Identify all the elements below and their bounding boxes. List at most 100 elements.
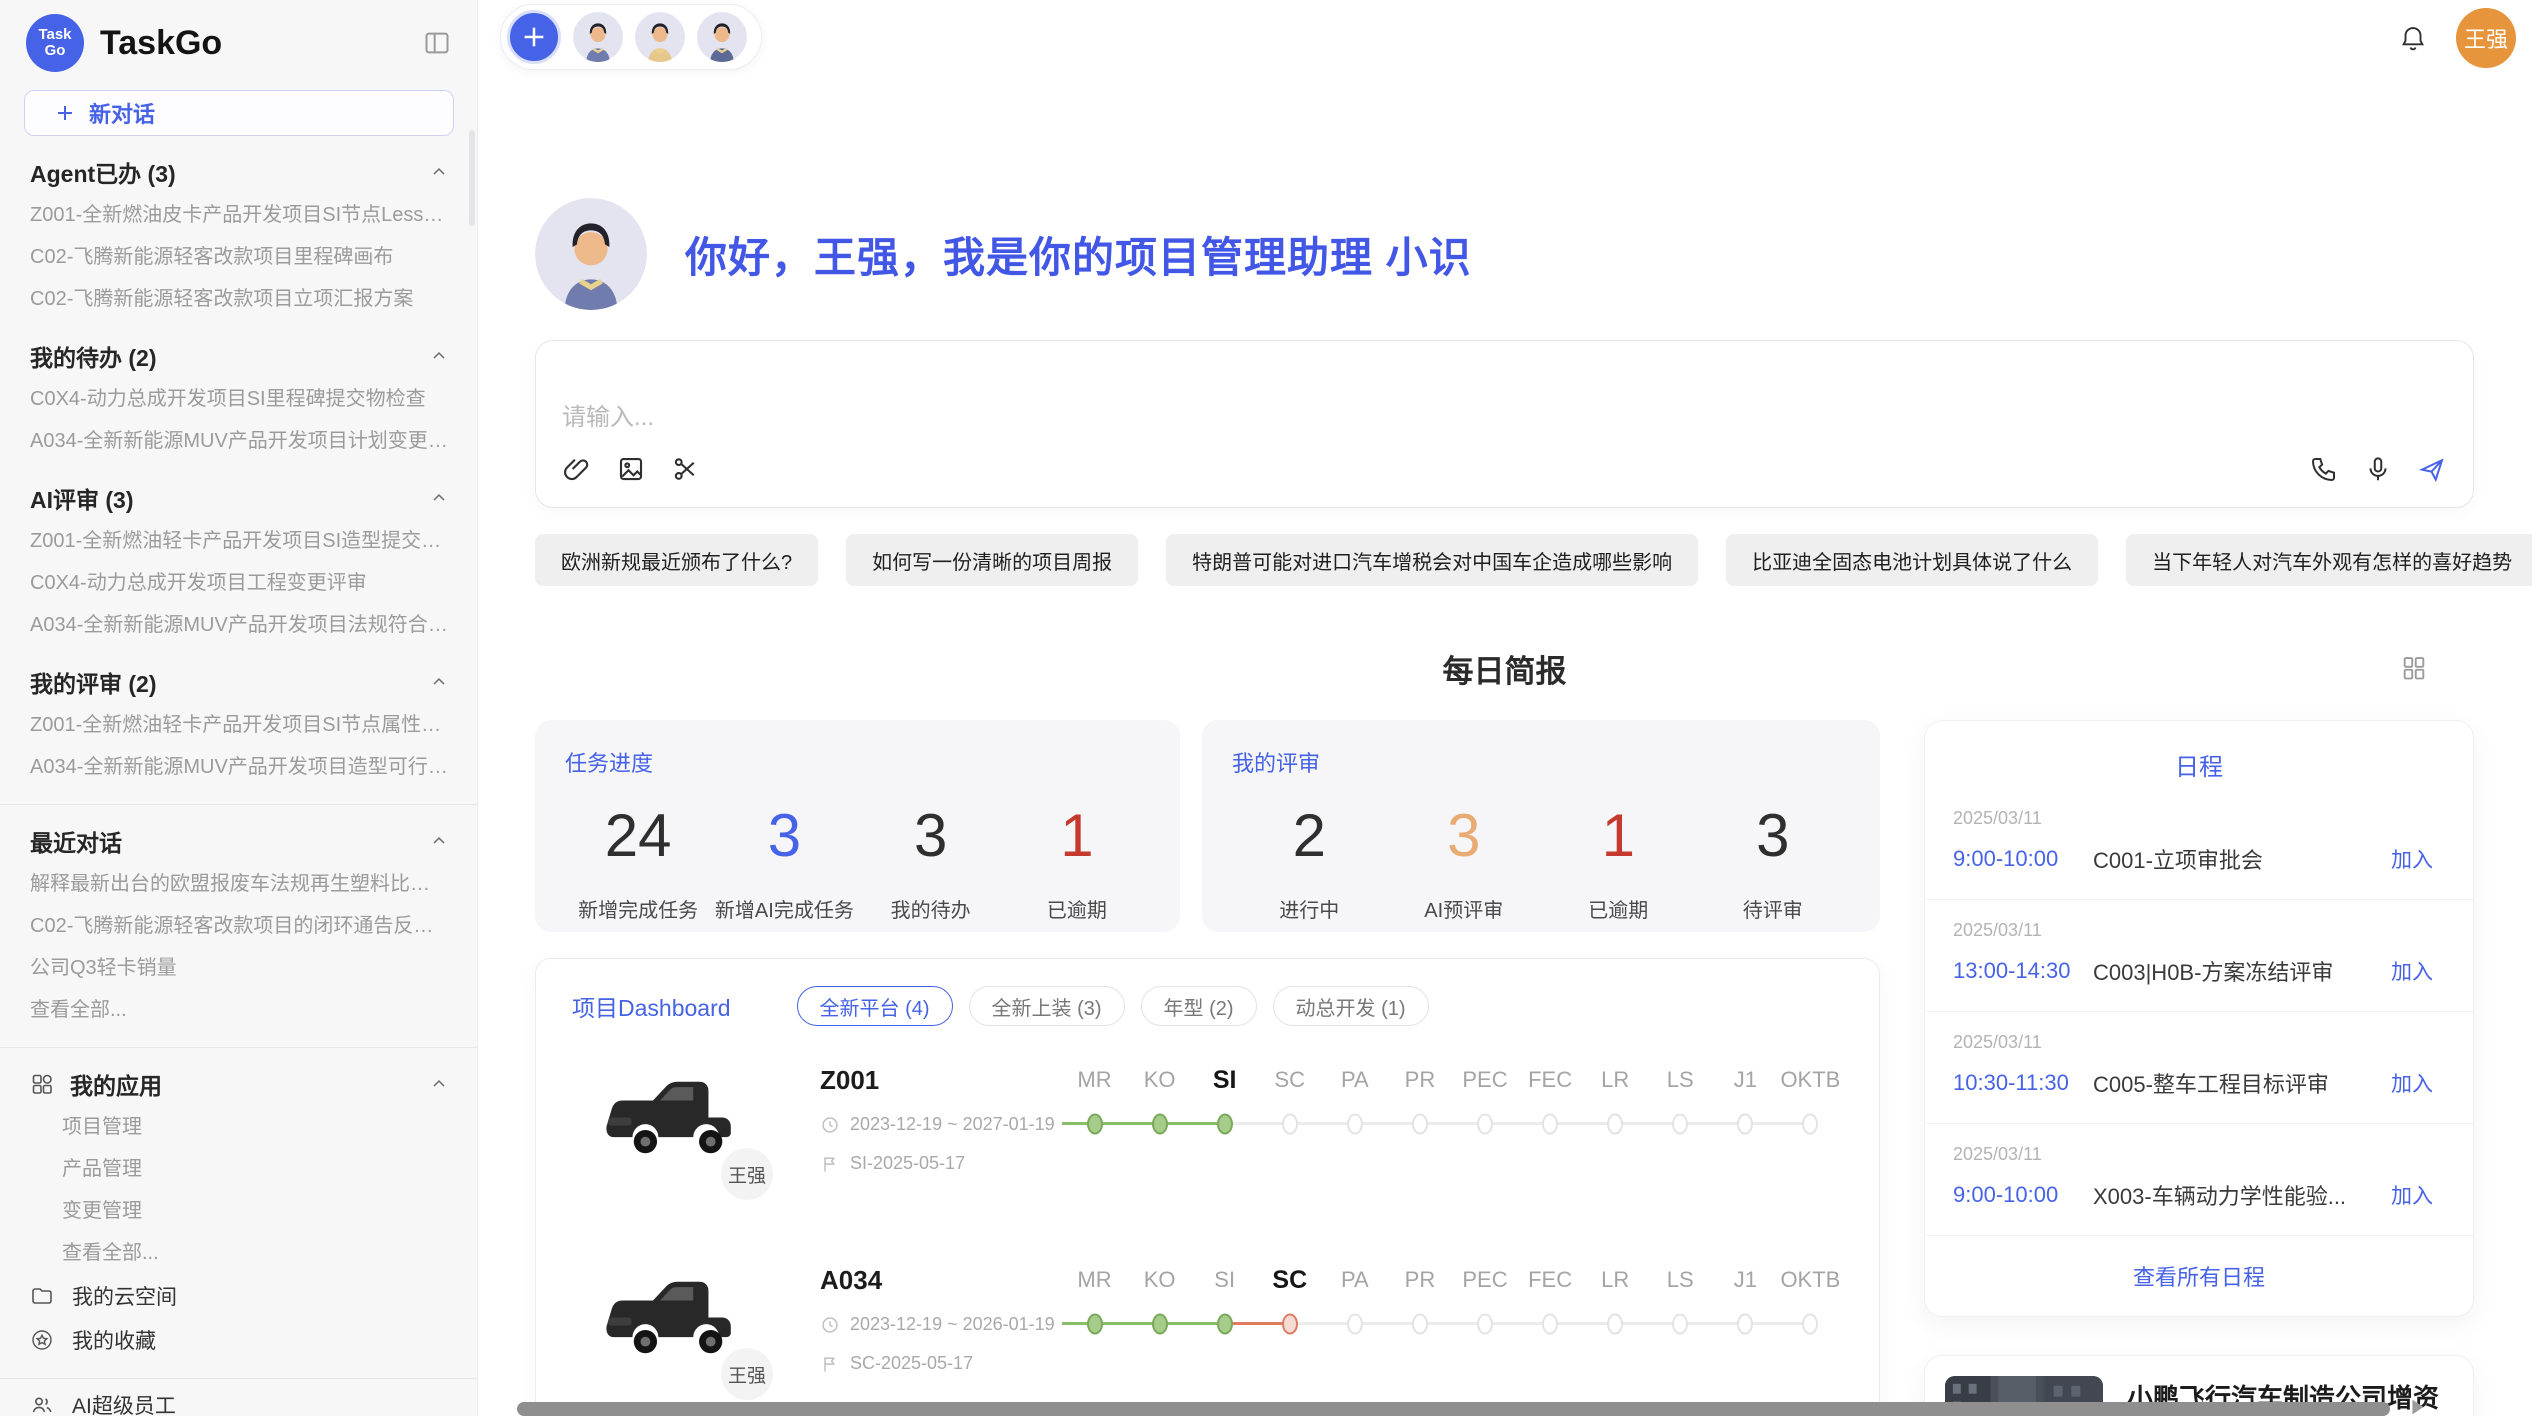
sidebar-item[interactable]: 解释最新出台的欧盟报废车法规再生塑料比例被调至15%... <box>0 863 477 905</box>
milestone-node-row <box>1518 1103 1583 1145</box>
milestone-node <box>1347 1314 1363 1335</box>
conversation-avatar[interactable] <box>697 12 747 62</box>
schedule-row: 13:00-14:30C003|H0B-方案冻结评审加入 <box>1953 955 2433 987</box>
suggestion-chip[interactable]: 比亚迪全固态电池计划具体说了什么 <box>1726 534 2098 586</box>
sidebar-tool-people[interactable]: AI超级员工 <box>0 1383 477 1416</box>
sidebar-item[interactable]: A034-全新新能源MUV产品开发项目法规符合性评审 <box>0 604 477 646</box>
send-message-icon[interactable] <box>2417 454 2447 484</box>
suggestion-chip[interactable]: 欧洲新规最近颁布了什么? <box>535 534 818 586</box>
milestone-label: J1 <box>1713 1263 1778 1303</box>
voice-call-icon[interactable] <box>2309 454 2339 484</box>
suggestion-chips: 欧洲新规最近颁布了什么? 如何写一份清晰的项目周报特朗普可能对进口汽车增税会对中国… <box>535 534 2474 586</box>
sidebar-item-folder[interactable]: 我的云空间 <box>0 1274 477 1318</box>
chevron-up-icon[interactable] <box>429 346 449 366</box>
sidebar-item[interactable]: C02-飞腾新能源轻客改款项目的闭环通告反馈情况 <box>0 905 477 947</box>
sidebar-section-header[interactable]: AI评审 (3) <box>0 476 477 520</box>
sidebar-section-header-apps[interactable]: 我的应用 <box>0 1062 477 1106</box>
project-row[interactable]: 王强A0342023-12-19 ~ 2026-01-19SC-2025-05-… <box>536 1229 1879 1416</box>
milestone-node <box>1152 1114 1168 1135</box>
sidebar-item[interactable]: Z001-全新燃油皮卡产品开发项目SI节点Lesson Learn报告 <box>0 194 477 236</box>
stat: 3新增AI完成任务 <box>711 800 857 923</box>
join-link[interactable]: 加入 <box>2391 1068 2433 1098</box>
sidebar-item[interactable]: A034-全新新能源MUV产品开发项目造型可行性评审 <box>0 746 477 788</box>
milestone-column: LS <box>1648 1063 1713 1145</box>
layout-grid-icon[interactable] <box>2400 654 2428 682</box>
sidebar-section-header[interactable]: 我的待办 (2) <box>0 334 477 378</box>
sidebar-item[interactable]: Z001-全新燃油轻卡产品开发项目SI造型提交物评审 <box>0 520 477 562</box>
briefing-header: 每日简报 <box>535 646 2474 694</box>
stat-label: 新增完成任务 <box>565 894 711 923</box>
horizontal-scrollbar[interactable] <box>517 1402 2390 1416</box>
milestone-node-row <box>1387 1103 1452 1145</box>
suggestion-chip[interactable]: 如何写一份清晰的项目周报 <box>846 534 1138 586</box>
filter-chip[interactable]: 全新平台 (4) <box>797 986 953 1026</box>
chevron-up-icon[interactable] <box>429 162 449 182</box>
join-link[interactable]: 加入 <box>2391 1180 2433 1210</box>
chevron-up-icon[interactable] <box>429 672 449 692</box>
topbar: 王强 <box>478 0 2532 76</box>
dashboard-filters: 全新平台 (4) 全新上装 (3) 年型 (2) 动总开发 (1) <box>797 986 1429 1026</box>
sidebar-app-item[interactable]: 变更管理 <box>0 1190 477 1232</box>
chevron-up-icon[interactable] <box>429 1074 449 1094</box>
milestone-column: SC <box>1257 1063 1322 1145</box>
sidebar-section-header[interactable]: 我的评审 (2) <box>0 660 477 704</box>
user-avatar[interactable]: 王强 <box>2456 8 2516 68</box>
sidebar-item[interactable]: C0X4-动力总成开发项目SI里程碑提交物检查 <box>0 378 477 420</box>
milestone-column: J1 <box>1713 1063 1778 1145</box>
filter-chip[interactable]: 全新上装 (3) <box>969 986 1125 1026</box>
milestone-node-row <box>1452 1103 1517 1145</box>
screenshot-scissors-icon[interactable] <box>670 454 700 484</box>
schedule-meeting-title: X003-车辆动力学性能验... <box>2093 1179 2379 1211</box>
flag-icon <box>820 1354 840 1374</box>
suggestion-chip[interactable]: 特朗普可能对进口汽车增税会对中国车企造成哪些影响 <box>1166 534 1698 586</box>
chat-input[interactable] <box>562 357 2447 449</box>
collapse-sidebar-icon[interactable] <box>423 29 451 57</box>
sidebar-scrollbar-thumb[interactable] <box>469 130 475 226</box>
sidebar-app-item[interactable]: 产品管理 <box>0 1148 477 1190</box>
conversation-avatar[interactable] <box>635 12 685 62</box>
scroll-right-arrow-icon[interactable] <box>2406 1396 2428 1416</box>
stat: 3AI预评审 <box>1387 800 1542 923</box>
filter-chip[interactable]: 年型 (2) <box>1141 986 1257 1026</box>
milestone-node-row <box>1778 1103 1843 1145</box>
notifications-bell-icon[interactable] <box>2398 23 2428 53</box>
sidebar-section-header[interactable]: 最近对话 <box>0 819 477 863</box>
sidebar-item[interactable]: C02-飞腾新能源轻客改款项目里程碑画布 <box>0 236 477 278</box>
stat-label: 进行中 <box>1232 894 1387 923</box>
page-content: 你好，王强，我是你的项目管理助理 小识 欧洲新规最近颁布了什么? 如何写一份清晰的… <box>478 198 2532 1416</box>
milestone-node-row <box>1062 1303 1127 1345</box>
sidebar-item[interactable]: 公司Q3轻卡销量 <box>0 947 477 989</box>
logo-text-bottom: Go <box>45 43 66 59</box>
view-all-schedule-link[interactable]: 查看所有日程 <box>1925 1260 2473 1292</box>
attach-file-icon[interactable] <box>562 454 592 484</box>
milestone-node-row <box>1192 1303 1257 1345</box>
suggestion-chip[interactable]: 当下年轻人对汽车外观有怎样的喜好趋势 <box>2126 534 2532 586</box>
join-link[interactable]: 加入 <box>2391 844 2433 874</box>
sidebar-item-star[interactable]: 我的收藏 <box>0 1318 477 1362</box>
view-all-recent-link[interactable]: 查看全部... <box>0 989 477 1031</box>
new-chat-button[interactable]: 新对话 <box>24 90 454 136</box>
conversation-avatar[interactable] <box>573 12 623 62</box>
project-row[interactable]: 王强Z0012023-12-19 ~ 2027-01-19SI-2025-05-… <box>536 1029 1879 1229</box>
filter-chip[interactable]: 动总开发 (1) <box>1273 986 1429 1026</box>
insert-image-icon[interactable] <box>616 454 646 484</box>
chevron-up-icon[interactable] <box>429 831 449 851</box>
schedule-meeting-title: C005-整车工程目标评审 <box>2093 1067 2379 1099</box>
sidebar-item[interactable]: C02-飞腾新能源轻客改款项目立项汇报方案 <box>0 278 477 320</box>
sidebar-app-item[interactable]: 项目管理 <box>0 1106 477 1148</box>
sidebar-section-header[interactable]: Agent已办 (3) <box>0 150 477 194</box>
add-conversation-button[interactable] <box>507 10 561 64</box>
milestone-node <box>1477 1314 1493 1335</box>
microphone-icon[interactable] <box>2363 454 2393 484</box>
sidebar-item[interactable]: C0X4-动力总成开发项目工程变更评审 <box>0 562 477 604</box>
greeting-block: 你好，王强，我是你的项目管理助理 小识 <box>535 198 2474 310</box>
sidebar-item[interactable]: Z001-全新燃油轻卡产品开发项目SI节点属性5D文件评审 <box>0 704 477 746</box>
sidebar-item[interactable]: A034-全新新能源MUV产品开发项目计划变更表编写 <box>0 420 477 462</box>
milestone-node-row <box>1062 1103 1127 1145</box>
apps-grid-icon <box>30 1072 54 1096</box>
join-link[interactable]: 加入 <box>2391 956 2433 986</box>
view-all-apps-link[interactable]: 查看全部... <box>0 1232 477 1274</box>
chevron-up-icon[interactable] <box>429 488 449 508</box>
dashboard-header: 项目Dashboard 全新平台 (4)全新上装 (3)年型 (2)动总开发 (… <box>536 983 1879 1029</box>
milestone-column: PA <box>1322 1263 1387 1345</box>
